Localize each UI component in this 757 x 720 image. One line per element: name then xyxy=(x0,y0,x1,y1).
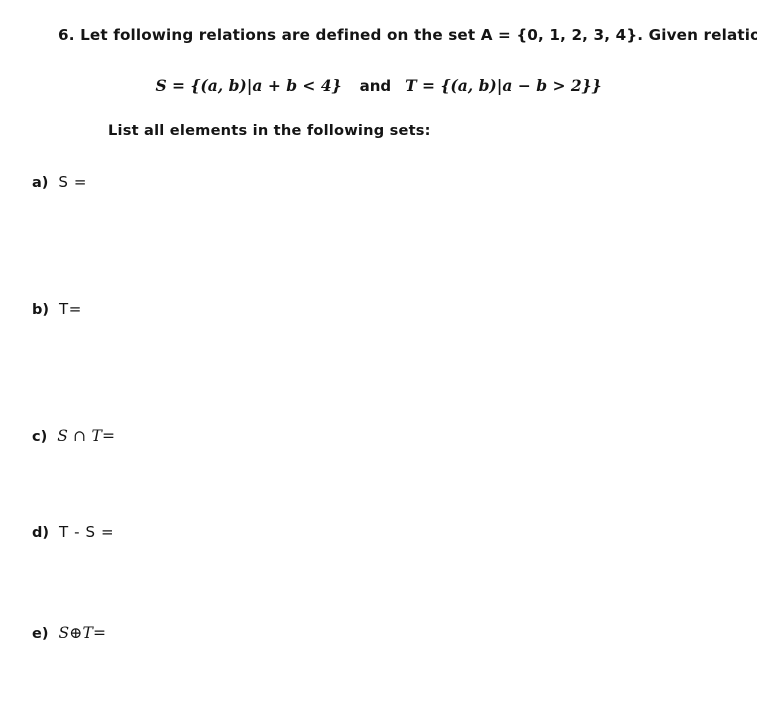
answer-blank-space[interactable] xyxy=(32,547,722,619)
item-expression: T= xyxy=(59,300,82,318)
relation-definitions-row: S = {(a, b)|a + b < 4} and T = {(a, b)|a −… xyxy=(0,74,757,99)
item-expression: S ∩ T= xyxy=(57,427,116,445)
answer-blank-space[interactable] xyxy=(32,197,722,269)
answer-blank-space[interactable] xyxy=(32,324,722,396)
answer-item-c: c) S ∩ T= xyxy=(32,425,115,448)
item-expression: S = xyxy=(58,173,88,191)
answer-item-a: a) S = xyxy=(32,171,87,194)
item-expression: T - S = xyxy=(59,523,115,541)
item-letter-label: c) xyxy=(32,429,48,445)
item-letter-label: d) xyxy=(32,525,50,541)
question-heading: 6. Let following relations are defined o… xyxy=(58,26,757,44)
relation-t-definition: T = {(a, b)|a − b > 2}} xyxy=(405,76,602,95)
answer-blank-space[interactable] xyxy=(32,451,722,523)
item-expression: S⊕T= xyxy=(58,624,107,642)
worksheet-page: 6. Let following relations are defined o… xyxy=(0,0,757,718)
relation-s-definition: S = {(a, b)|a + b < 4} xyxy=(155,76,342,95)
item-letter-label: a) xyxy=(32,175,49,191)
answer-blank-space[interactable] xyxy=(32,648,722,720)
answer-item-e: e) S⊕T= xyxy=(32,622,106,645)
instruction-text: List all elements in the following sets: xyxy=(108,122,431,139)
item-letter-label: e) xyxy=(32,626,49,642)
conjunction-and: and xyxy=(359,77,392,95)
answer-item-b: b) T= xyxy=(32,298,82,321)
item-letter-label: b) xyxy=(32,302,50,318)
answer-item-d: d) T - S = xyxy=(32,521,114,544)
